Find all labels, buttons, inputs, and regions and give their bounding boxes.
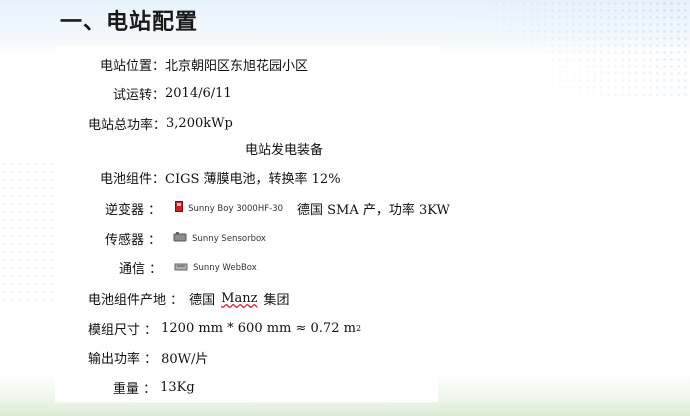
weight-label: 重量 ： <box>113 382 157 397</box>
trial-run-label: 试运转： <box>113 88 166 103</box>
weight-value: 13Kg <box>160 380 195 395</box>
comm-device: Sunny WebBox <box>193 262 257 273</box>
background-dot-pattern <box>430 0 690 100</box>
inverter-row: 逆变器 ： Sunny Boy 3000HF-30 德国 SMA 产，功率 3K… <box>105 199 450 218</box>
origin-prefix: 德国 <box>189 293 216 308</box>
total-power-value: 3,200kWp <box>166 116 233 131</box>
inverter-icon <box>175 201 184 216</box>
output-label: 输出功率 ： <box>88 352 158 367</box>
comm-label: 通信 ： <box>119 262 163 277</box>
trial-run-value: 2014/6/11 <box>165 86 232 101</box>
trial-run-row: 试运转： 2014/6/11 <box>113 84 232 103</box>
module-label: 电池组件： <box>100 172 166 187</box>
sensor-row: 传感器 ： Sunny Sensorbox <box>105 229 266 248</box>
location-row: 电站位置： 北京朝阳区东旭花园小区 <box>100 55 308 74</box>
module-size-exponent: 2 <box>355 324 362 333</box>
inverter-label: 逆变器 ： <box>105 203 162 218</box>
output-value: 80W/片 <box>161 352 209 367</box>
sensor-device: Sunny Sensorbox <box>192 233 266 244</box>
origin-brand: Manz <box>221 291 258 306</box>
location-label: 电站位置： <box>100 59 166 74</box>
background-dot-pattern-left <box>0 160 60 300</box>
page-title: 一、电站配置 <box>60 10 199 35</box>
total-power-label: 电站总功率： <box>88 118 167 133</box>
inverter-note: 德国 SMA 产，功率 3KW <box>297 203 450 218</box>
sensorbox-icon <box>173 231 187 246</box>
weight-row: 重量 ： 13Kg <box>113 378 195 397</box>
total-power-row: 电站总功率： 3,200kWp <box>88 114 233 133</box>
origin-suffix: 集团 <box>263 293 290 308</box>
location-value: 北京朝阳区东旭花园小区 <box>165 59 309 74</box>
comm-row: 通信 ： Sunny WebBox <box>119 258 257 277</box>
equipment-heading: 电站发电装备 <box>245 143 324 158</box>
origin-label: 电池组件产地 ： <box>88 293 184 308</box>
origin-row: 电池组件产地 ： 德国 Manz 集团 <box>88 289 289 308</box>
content-card: 电站位置： 北京朝阳区东旭花园小区 试运转： 2014/6/11 电站总功率： … <box>55 46 450 402</box>
module-value: CIGS 薄膜电池，转换率 12% <box>165 172 341 187</box>
module-size-row: 模组尺寸 ： 1200 mm * 600 mm ≈ 0.72 m 2 <box>88 319 361 338</box>
inverter-device: Sunny Boy 3000HF-30 <box>188 203 283 214</box>
module-size-label: 模组尺寸 ： <box>88 323 158 338</box>
output-row: 输出功率 ： 80W/片 <box>88 348 208 367</box>
sensor-label: 传感器 ： <box>105 233 162 248</box>
module-size-value: 1200 mm * 600 mm ≈ 0.72 m <box>161 321 356 336</box>
webbox-icon <box>174 260 188 275</box>
module-row: 电池组件： CIGS 薄膜电池，转换率 12% <box>100 168 341 187</box>
